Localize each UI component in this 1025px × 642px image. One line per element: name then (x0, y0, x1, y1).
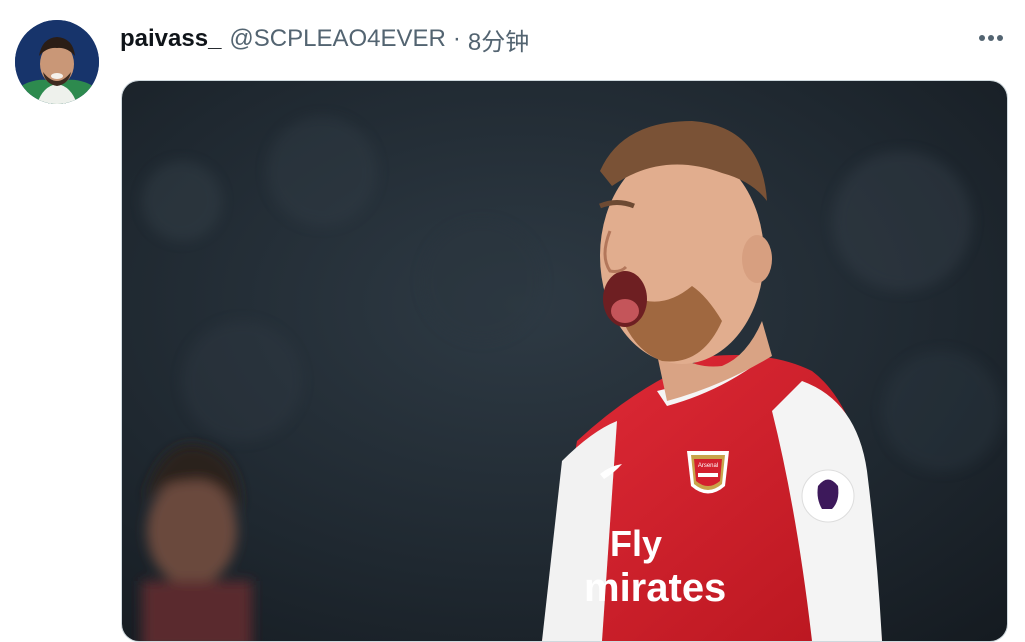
svg-text:mirates: mirates (584, 566, 726, 610)
club-badge: Arsenal (687, 451, 729, 494)
tweet-header: paivass_ @SCPLEAO4EVER · 8分钟 (120, 22, 965, 56)
author-handle[interactable]: @SCPLEAO4EVER (229, 25, 445, 53)
author-name[interactable]: paivass_ (120, 25, 221, 53)
tweet-timestamp[interactable]: 8分钟 (468, 22, 529, 57)
separator-dot: · (452, 25, 461, 52)
tweet-media-photo[interactable]: Arsenal Fly mirates (121, 80, 1008, 642)
more-options-button[interactable] (974, 26, 1008, 50)
author-avatar[interactable] (15, 20, 99, 104)
svg-text:Fly: Fly (610, 523, 662, 564)
more-horizontal-icon (979, 35, 1003, 41)
user-avatar-image (15, 20, 99, 104)
photo-image: Arsenal Fly mirates (122, 81, 1007, 641)
svg-text:Arsenal: Arsenal (698, 463, 718, 469)
